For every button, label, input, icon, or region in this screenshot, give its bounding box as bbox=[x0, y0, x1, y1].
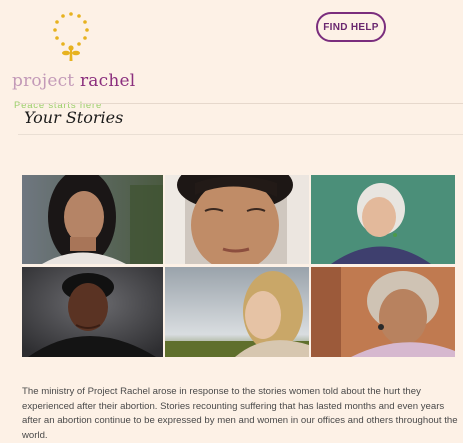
page-title: Your Stories bbox=[24, 108, 124, 127]
brand-name-part2: rachel bbox=[79, 71, 136, 91]
story-photo-4[interactable] bbox=[22, 267, 163, 357]
divider bbox=[18, 134, 463, 135]
woman-portrait-image bbox=[311, 175, 455, 264]
woman-portrait-image bbox=[165, 267, 309, 357]
story-photo-5[interactable] bbox=[165, 267, 309, 357]
story-photo-3[interactable] bbox=[311, 175, 455, 264]
woman-portrait-image bbox=[165, 175, 309, 264]
woman-portrait-image bbox=[22, 267, 163, 357]
find-help-button[interactable]: FIND HELP bbox=[316, 12, 386, 42]
brand-name-part1: project bbox=[12, 71, 80, 91]
brand-name: project rachel bbox=[12, 71, 135, 91]
stories-photo-grid bbox=[22, 175, 455, 358]
woman-portrait-image bbox=[311, 267, 455, 357]
intro-paragraph: The ministry of Project Rachel arose in … bbox=[22, 386, 458, 441]
site-logo[interactable]: project rachel Peace starts here bbox=[12, 10, 142, 111]
story-photo-1[interactable] bbox=[22, 175, 163, 264]
story-photo-6[interactable] bbox=[311, 267, 455, 357]
divider bbox=[18, 103, 463, 104]
page: project rachel Peace starts here FIND HE… bbox=[0, 0, 463, 441]
logo-icon bbox=[53, 12, 89, 61]
story-photo-2[interactable] bbox=[165, 175, 309, 264]
woman-portrait-image bbox=[22, 175, 163, 264]
